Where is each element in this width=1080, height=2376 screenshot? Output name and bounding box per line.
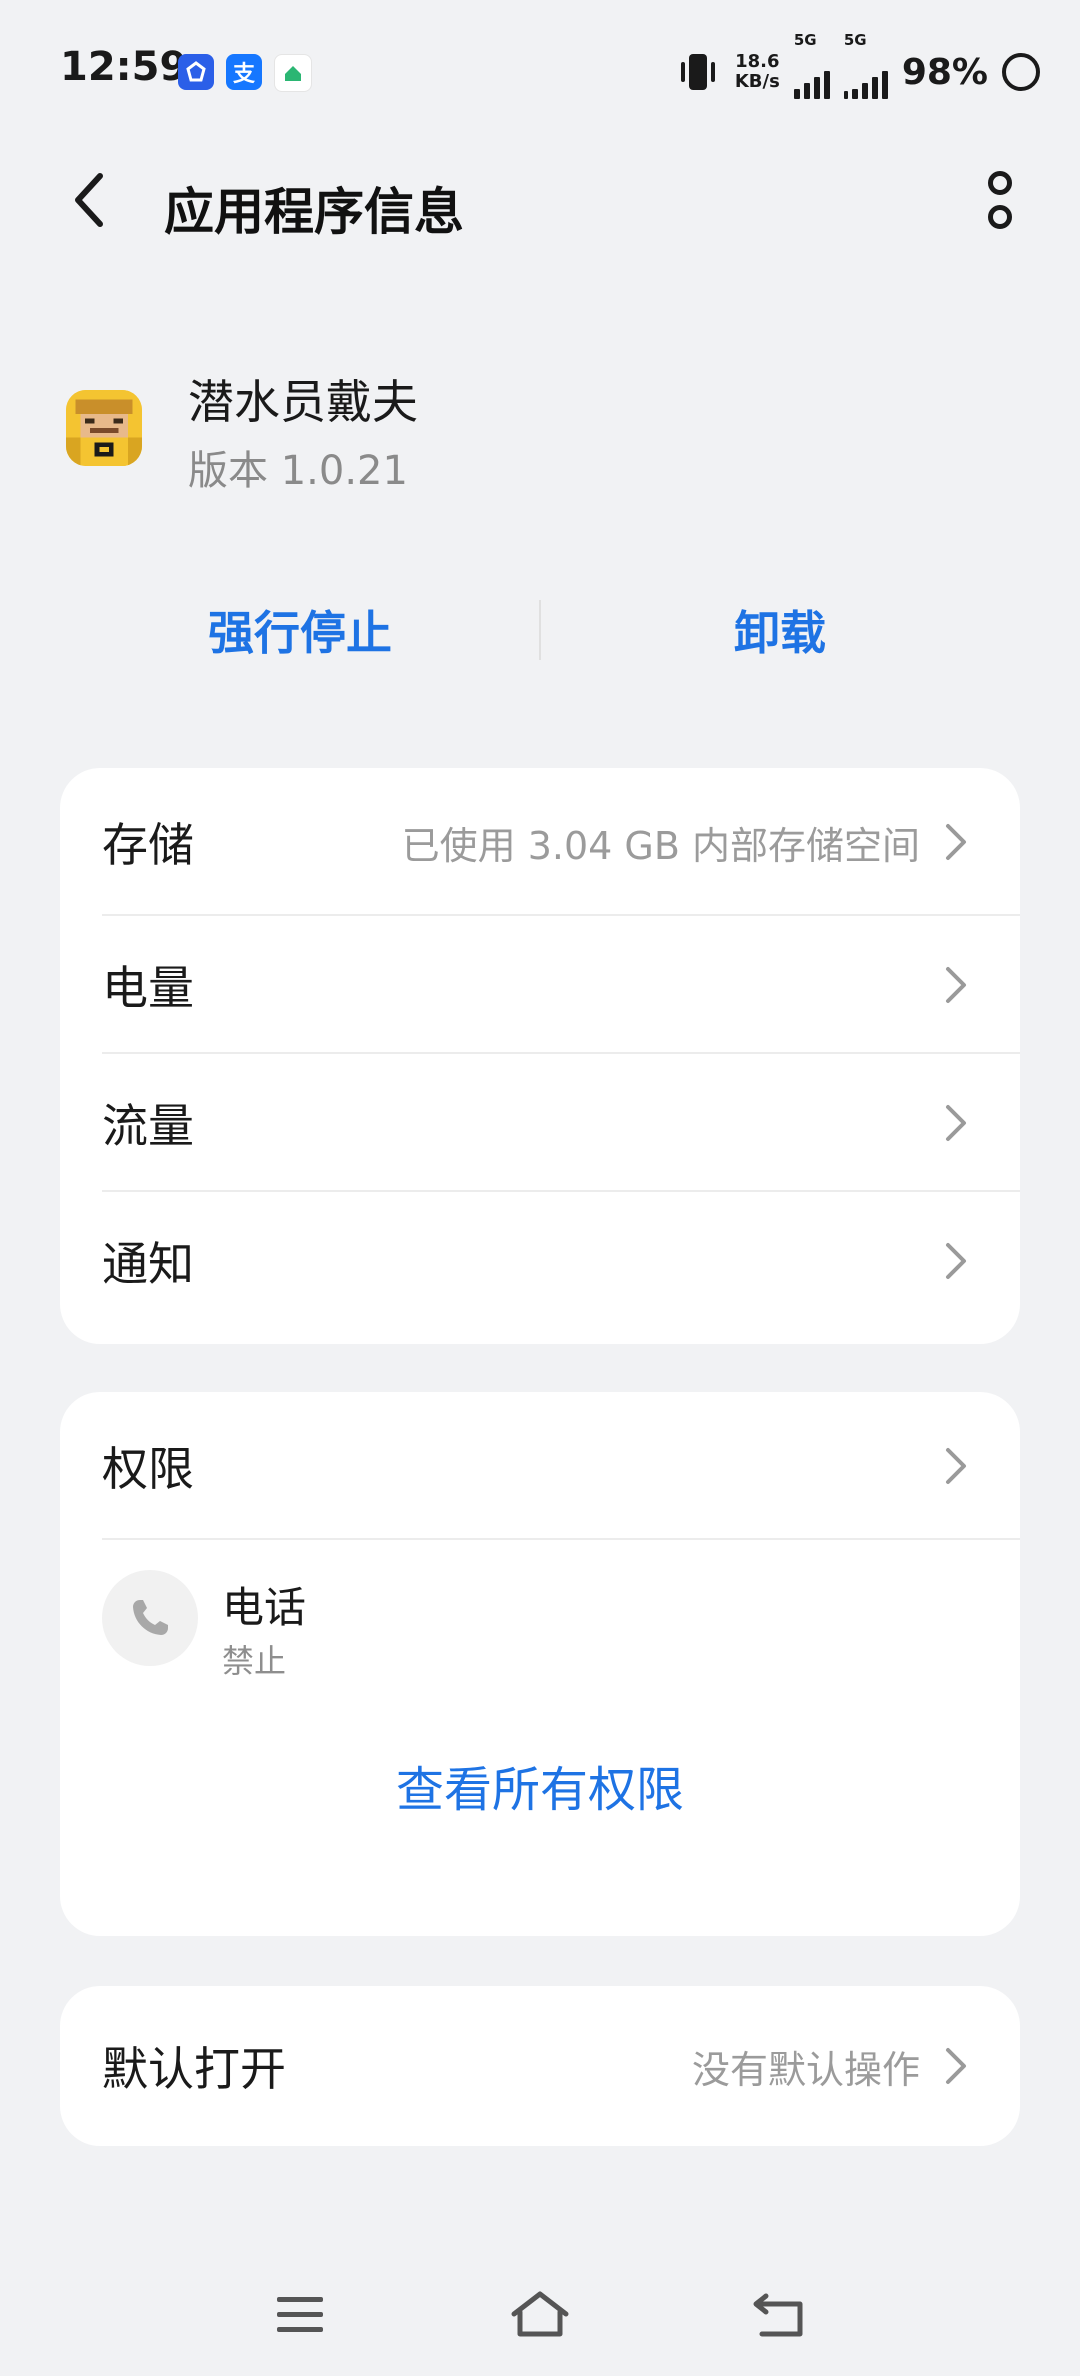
battery-level: 98% [901,51,988,93]
settings-row-label: 流量 [102,1099,194,1153]
menu-icon [277,2297,323,2332]
back-return-icon [753,2293,803,2337]
alipay-icon: 支 [226,54,262,90]
app-actions: 强行停止 卸载 [60,580,1020,680]
usage-settings-card: 存储 已使用 3.04 GB 内部存储空间 电量 流量 通知 [60,768,1020,1344]
vibrate-icon [680,54,715,90]
phone-icon [102,1570,198,1666]
app-icon-blue [178,54,214,90]
chevron-right-icon [946,1243,966,1279]
network-speed: 18.6 KB/s [735,52,780,92]
settings-row-label: 电量 [102,961,194,1015]
signal-icon-sim1: 5G [793,31,830,99]
signal-icon-sim2: 5G [843,31,888,99]
sim2-network-label: 5G [843,31,867,49]
app-name: 潜水员戴夫 [188,375,418,429]
home-icon [511,2291,569,2337]
app-summary: 潜水员戴夫 版本 1.0.21 [66,366,966,506]
view-all-permissions-link[interactable]: 查看所有权限 [60,1710,1020,1860]
back-arrow-icon [75,173,103,227]
status-time: 12:59 [60,44,188,90]
settings-row-value: 已使用 3.04 GB 内部存储空间 [401,823,920,868]
recents-button[interactable] [260,2280,340,2350]
status-bar: 12:59 支 18.6 KB/s 5G 5G 98% [0,0,1080,140]
system-navigation-bar [0,2260,1080,2370]
default-open-row[interactable]: 默认打开 没有默认操作 [60,1986,1020,2146]
airjuke-icon [274,54,312,92]
chevron-right-icon [946,1448,966,1484]
back-button[interactable] [60,170,120,230]
sim1-network-label: 5G [793,31,817,49]
more-dot-icon [988,205,1012,229]
net-speed-value: 18.6 [735,51,780,72]
more-dot-icon [988,171,1012,195]
page-title: 应用程序信息 [164,183,464,241]
settings-row-battery[interactable]: 电量 [60,916,1020,1054]
settings-row-data-usage[interactable]: 流量 [60,1054,1020,1192]
top-app-bar: 应用程序信息 [0,150,1080,250]
chevron-right-icon [946,824,966,860]
permission-item-phone[interactable]: 电话 禁止 [60,1540,1020,1710]
permissions-title: 权限 [102,1442,194,1496]
chevron-right-icon [946,1105,966,1141]
uninstall-button[interactable]: 卸载 [540,580,1020,680]
diver-dave-app-icon [66,390,142,466]
app-info-screen: 12:59 支 18.6 KB/s 5G 5G 98% 应用程序信息 潜水员戴夫… [0,0,1080,2376]
default-open-label: 默认打开 [102,2042,286,2096]
permission-status: 禁止 [222,1642,287,1680]
permissions-row[interactable]: 权限 [60,1392,1020,1540]
home-button[interactable] [500,2280,580,2350]
force-stop-button[interactable]: 强行停止 [60,580,540,680]
more-options-button[interactable] [970,170,1030,230]
status-indicators: 18.6 KB/s 5G 5G 98% [675,31,1040,99]
back-nav-button[interactable] [740,2280,820,2350]
settings-row-label: 通知 [102,1237,194,1291]
settings-row-notifications[interactable]: 通知 [60,1192,1020,1330]
chevron-right-icon [946,2048,966,2084]
default-open-card: 默认打开 没有默认操作 [60,1986,1020,2146]
settings-row-storage[interactable]: 存储 已使用 3.04 GB 内部存储空间 [60,768,1020,916]
default-open-value: 没有默认操作 [691,2047,920,2092]
permissions-card: 权限 电话 禁止 查看所有权限 [60,1392,1020,1936]
net-speed-unit: KB/s [734,71,780,92]
battery-ring-icon [1002,53,1040,91]
settings-row-label: 存储 [102,818,194,872]
app-version: 版本 1.0.21 [188,448,408,494]
permission-name: 电话 [222,1583,307,1632]
chevron-right-icon [946,967,966,1003]
